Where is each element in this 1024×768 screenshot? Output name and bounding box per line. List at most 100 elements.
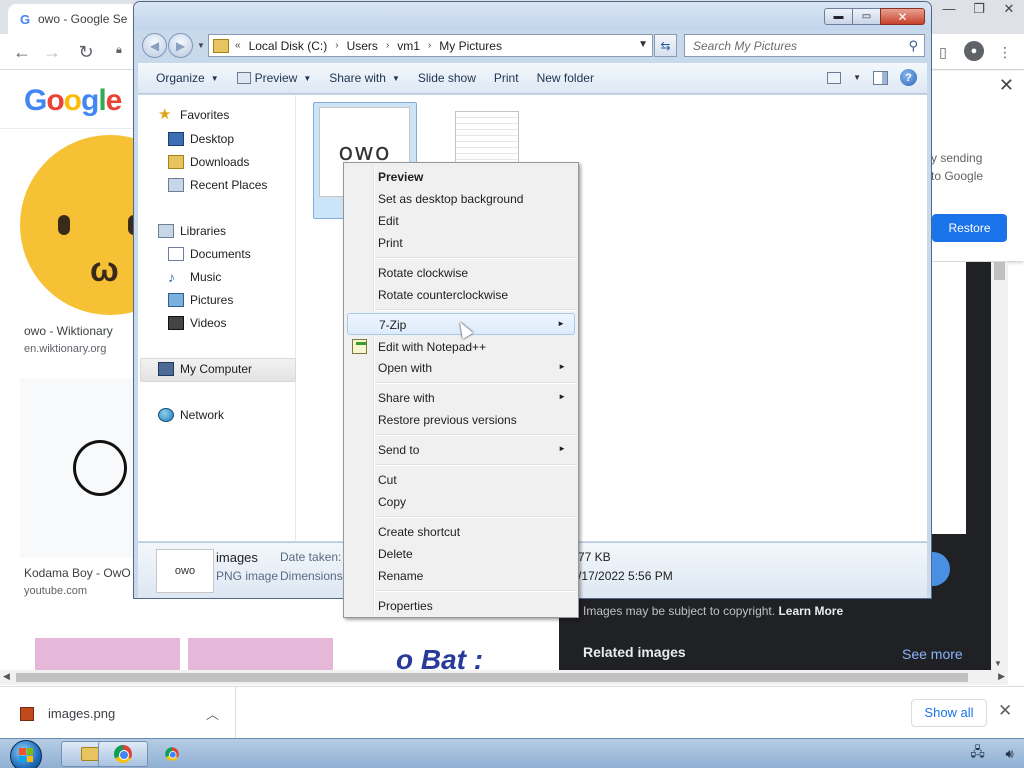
taskbar-app-button[interactable] [158, 743, 186, 765]
nav-item-downloads[interactable]: Downloads [168, 155, 249, 169]
logo-letter: o [46, 84, 64, 117]
close-icon[interactable]: ✕ [880, 8, 925, 25]
menu-item-delete[interactable]: Delete [347, 543, 575, 565]
nav-item-my-computer[interactable]: My Computer [158, 362, 252, 376]
new-folder-button[interactable]: New folder [537, 71, 594, 85]
search-icon[interactable]: ⚲ [908, 38, 918, 54]
breadcrumb-users[interactable]: Users [347, 39, 378, 53]
close-icon[interactable]: ✕ [999, 75, 1014, 96]
start-button[interactable] [6, 740, 46, 768]
chevron-right-icon[interactable]: › [428, 40, 431, 51]
kebab-menu-icon[interactable]: ⋮ [994, 41, 1016, 63]
forward-icon[interactable]: ▶ [168, 33, 193, 58]
minimize-icon[interactable]: ▬ [824, 8, 853, 25]
breadcrumb-overflow[interactable]: « [235, 40, 241, 51]
refresh-icon[interactable]: ⇆ [654, 34, 677, 57]
forward-icon[interactable]: → [40, 42, 64, 63]
address-row: ◀ ▶ ▼ « Local Disk (C:) › Users › vm1 › … [134, 31, 931, 61]
scroll-thumb[interactable] [994, 262, 1005, 280]
videos-icon [168, 316, 184, 330]
search-input[interactable]: Search My Pictures ⚲ [684, 34, 925, 57]
minimize-icon[interactable]: — [934, 0, 964, 20]
result-caption[interactable]: Kodama Boy - OwO [24, 566, 131, 580]
google-logo[interactable]: Google [24, 84, 122, 118]
menu-item-send-to[interactable]: Send to ► [347, 439, 575, 461]
scroll-thumb[interactable] [16, 673, 968, 682]
change-view-icon[interactable] [827, 71, 842, 84]
result-image-circle[interactable] [20, 378, 140, 558]
chevron-down-icon[interactable]: ▼ [638, 39, 648, 50]
show-all-button[interactable]: Show all [911, 699, 987, 727]
taskbar-chrome-button[interactable] [98, 741, 148, 767]
horizontal-scrollbar[interactable]: ◀ ▶ [0, 670, 1008, 685]
menu-item-edit[interactable]: Edit [347, 210, 575, 232]
menu-item-print[interactable]: Print [347, 232, 575, 254]
breadcrumb-my-pictures[interactable]: My Pictures [439, 39, 502, 53]
print-button[interactable]: Print [494, 71, 519, 85]
menu-item-properties[interactable]: Properties [347, 595, 575, 617]
scroll-left-icon[interactable]: ◀ [3, 671, 10, 682]
share-with-label: Share with [329, 71, 386, 85]
back-icon[interactable]: ◀ [142, 33, 167, 58]
menu-item-set-desktop-background[interactable]: Set as desktop background [347, 188, 575, 210]
address-bar[interactable]: « Local Disk (C:) › Users › vm1 › My Pic… [208, 34, 653, 57]
share-with-button[interactable]: Share with ▼ [329, 71, 400, 85]
nav-item-documents[interactable]: Documents [168, 247, 251, 261]
restore-text: to Google [931, 169, 984, 183]
menu-item-rotate-counterclockwise[interactable]: Rotate counterclockwise [347, 284, 575, 306]
vertical-scrollbar[interactable]: ▼ [991, 262, 1008, 670]
breadcrumb-local-disk[interactable]: Local Disk (C:) [249, 39, 328, 53]
close-icon[interactable]: ✕ [994, 0, 1024, 20]
nav-item-libraries[interactable]: Libraries [158, 224, 226, 238]
nav-item-videos[interactable]: Videos [168, 316, 226, 330]
result-image-owo-emoji[interactable]: ω [20, 135, 140, 315]
menu-item-create-shortcut[interactable]: Create shortcut [347, 521, 575, 543]
breadcrumb-vm1[interactable]: vm1 [397, 39, 420, 53]
menu-item-restore-previous-versions[interactable]: Restore previous versions [347, 409, 575, 431]
menu-item-copy[interactable]: Copy [347, 491, 575, 513]
nav-item-recent-places[interactable]: Recent Places [168, 178, 267, 192]
sidebar-icon[interactable]: ▯ [932, 41, 954, 63]
chevron-right-icon[interactable]: › [386, 40, 389, 51]
profile-icon[interactable]: ● [964, 41, 984, 61]
reload-icon[interactable]: ↻ [74, 42, 98, 63]
back-icon[interactable]: ← [10, 42, 34, 63]
preview-button[interactable]: Preview ▼ [236, 71, 311, 85]
learn-more-link[interactable]: Learn More [778, 604, 843, 618]
see-more-link[interactable]: See more [902, 646, 963, 662]
nav-item-favorites[interactable]: ★ Favorites [158, 107, 229, 122]
nav-item-desktop[interactable]: Desktop [168, 132, 234, 146]
chevron-down-icon[interactable]: ▼ [853, 73, 861, 82]
scroll-down-icon[interactable]: ▼ [994, 659, 1002, 668]
explorer-title-bar[interactable]: ▬ ▭ ✕ [134, 2, 931, 30]
network-tray-icon[interactable]: 🖧︎ [970, 743, 985, 765]
nav-item-pictures[interactable]: Pictures [168, 293, 233, 307]
slide-show-button[interactable]: Slide show [418, 71, 476, 85]
menu-item-cut[interactable]: Cut [347, 469, 575, 491]
scroll-right-icon[interactable]: ▶ [998, 671, 1005, 682]
menu-item-edit-with-notepad[interactable]: Edit with Notepad++ [347, 336, 575, 358]
maximize-icon[interactable]: ▭ [853, 8, 880, 25]
circle-drawing [73, 440, 127, 496]
help-icon[interactable]: ? [900, 69, 917, 86]
chevron-right-icon[interactable]: › [335, 40, 338, 51]
preview-image[interactable] [929, 262, 966, 534]
download-item[interactable]: images.png ︿ [0, 687, 236, 738]
close-icon[interactable]: ✕ [998, 701, 1012, 721]
recent-pages-dropdown-icon[interactable]: ▼ [197, 41, 205, 50]
menu-item-open-with[interactable]: Open with ► [347, 357, 575, 379]
nav-item-network[interactable]: Network [158, 408, 224, 422]
menu-item-share-with[interactable]: Share with ► [347, 387, 575, 409]
preview-pane-icon[interactable] [873, 70, 888, 85]
browser-tab[interactable]: G owo - Google Se [8, 4, 138, 34]
result-caption[interactable]: owo - Wiktionary [24, 324, 113, 338]
menu-item-rename[interactable]: Rename [347, 565, 575, 587]
nav-item-music[interactable]: ♪ Music [168, 270, 221, 284]
menu-item-preview[interactable]: Preview [347, 166, 575, 188]
restore-icon[interactable]: ❐ [964, 0, 994, 20]
chevron-up-icon[interactable]: ︿ [206, 704, 219, 723]
menu-item-rotate-clockwise[interactable]: Rotate clockwise [347, 262, 575, 284]
organize-button[interactable]: Organize ▼ [156, 71, 219, 85]
restore-button[interactable]: Restore [932, 214, 1007, 242]
volume-icon[interactable]: 🔊︎ [1005, 746, 1013, 762]
